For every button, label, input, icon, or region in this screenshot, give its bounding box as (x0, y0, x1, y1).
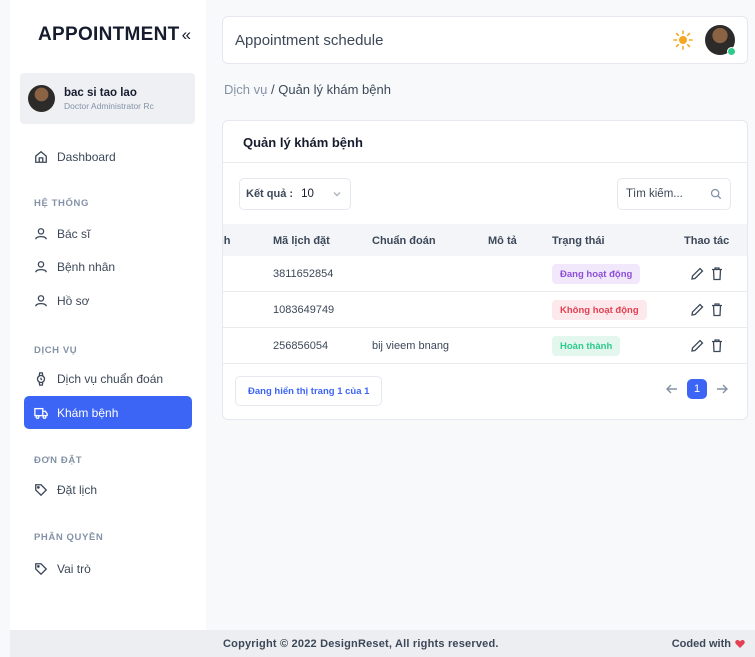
booking-code-cell: 1083649749 (273, 304, 335, 316)
user-icon (35, 260, 47, 272)
sidebar-item-label: Dashboard (57, 149, 116, 164)
breadcrumb-parent[interactable]: Dịch vụ (224, 82, 267, 97)
examination-card: Quản lý khám bệnh Kết quả : 10 nh Mã lịc… (222, 120, 748, 420)
sidebar-item-booking[interactable]: Đặt lịch (24, 473, 192, 506)
status-badge: Không hoạt động (552, 300, 647, 320)
sidebar-item-diagnosis-service[interactable]: Dịch vụ chuẩn đoán (24, 362, 192, 395)
delete-icon[interactable] (710, 266, 724, 281)
heart-icon (735, 640, 745, 648)
arrow-left-icon[interactable] (665, 382, 679, 396)
column-header-partial: nh (223, 235, 231, 247)
sidebar-item-label: Khám bệnh (57, 405, 119, 420)
sidebar-item-examination[interactable]: Khám bệnh (24, 396, 192, 429)
user-icon (35, 294, 47, 306)
column-header-actions: Thao tác (684, 235, 730, 247)
page-info: Đang hiển thị trang 1 của 1 (235, 376, 383, 406)
sidebar-item-roles[interactable]: Vai trò (24, 552, 192, 585)
table-row: 1083649749 Không hoạt động (223, 292, 747, 328)
sidebar-item-records[interactable]: Hồ sơ (24, 284, 192, 317)
sidebar-item-label: Hồ sơ (57, 293, 90, 308)
sidebar-item-patients[interactable]: Bệnh nhân (24, 250, 192, 283)
breadcrumb-current: Quản lý khám bệnh (278, 82, 391, 97)
tag-icon (35, 562, 48, 575)
footer: Copyright © 2022 DesignReset, All rights… (10, 630, 755, 657)
home-icon (35, 150, 47, 163)
column-header-booking-code[interactable]: Mã lịch đặt (273, 235, 330, 247)
column-header-status[interactable]: Trạng thái (552, 235, 605, 247)
search-icon[interactable] (710, 188, 722, 200)
edit-icon[interactable] (690, 302, 704, 317)
coded-with-text: Coded with (671, 638, 731, 650)
section-label-permissions: PHÂN QUYỀN (34, 532, 104, 543)
section-label-orders: ĐƠN ĐẶT (34, 455, 83, 466)
delete-icon[interactable] (710, 338, 724, 353)
results-value: 10 (301, 188, 314, 200)
sidebar-item-label: Bác sĩ (57, 226, 91, 241)
arrow-right-icon[interactable] (715, 382, 729, 396)
diagnosis-cell: bij vieem bnang (372, 340, 450, 352)
pagination: 1 (665, 379, 729, 399)
divider (223, 162, 747, 163)
brand-logo[interactable]: APPOINTMENT « (38, 24, 191, 46)
search-input[interactable] (235, 31, 673, 49)
delete-icon[interactable] (710, 302, 724, 317)
profile-name: bac si tao lao (64, 86, 137, 99)
brand-title: APPOINTMENT (38, 24, 180, 45)
sidebar-item-dashboard[interactable]: Dashboard (24, 140, 192, 173)
table-row: 256856054 bij vieem bnang Hoàn thành (223, 328, 747, 364)
column-header-description[interactable]: Mô tả (488, 235, 517, 247)
collapse-sidebar-icon[interactable]: « (182, 25, 192, 45)
truck-icon (34, 407, 48, 419)
column-header-diagnosis[interactable]: Chuẩn đoán (372, 235, 436, 247)
edit-icon[interactable] (690, 338, 704, 353)
sun-icon[interactable] (673, 30, 693, 50)
sidebar-item-label: Đặt lịch (57, 482, 98, 497)
table-search-input[interactable] (626, 188, 706, 200)
table-header: nh Mã lịch đặt Chuẩn đoán Mô tả Trạng th… (223, 224, 747, 256)
status-badge: Đang hoạt động (552, 264, 641, 284)
page-number-button[interactable]: 1 (687, 379, 707, 399)
table-search (617, 178, 731, 210)
edit-icon[interactable] (690, 266, 704, 281)
results-per-page-select[interactable]: Kết quả : 10 (239, 178, 351, 210)
table-row: 3811652854 Đang hoạt động (223, 256, 747, 292)
sidebar-item-label: Dịch vụ chuẩn đoán (57, 371, 164, 386)
breadcrumb-separator: / (270, 82, 275, 97)
section-label-services: DỊCH VỤ (34, 345, 78, 356)
booking-code-cell: 256856054 (273, 340, 329, 352)
copyright-text: Copyright © 2022 DesignReset, All rights… (223, 638, 499, 650)
results-label: Kết quả : (246, 188, 294, 200)
profile-role: Doctor Administrator Rc (64, 100, 154, 111)
user-menu[interactable] (705, 25, 736, 56)
avatar (28, 85, 55, 112)
breadcrumb: Dịch vụ / Quản lý khám bệnh (224, 82, 391, 97)
status-badge: Hoàn thành (552, 336, 621, 356)
chevron-down-icon (333, 192, 341, 197)
tag-icon (35, 483, 48, 496)
card-title: Quản lý khám bệnh (243, 135, 363, 150)
sidebar-item-doctors[interactable]: Bác sĩ (24, 217, 192, 250)
sidebar-item-label: Vai trò (57, 561, 91, 576)
watch-icon (36, 371, 46, 386)
sidebar-item-label: Bệnh nhân (57, 259, 116, 274)
top-bar (222, 16, 748, 64)
user-profile-card[interactable]: bac si tao lao Doctor Administrator Rc (20, 73, 195, 124)
section-label-system: HỆ THỐNG (34, 198, 89, 209)
sidebar: APPOINTMENT « bac si tao lao Doctor Admi… (10, 0, 206, 630)
online-status-dot (727, 47, 736, 56)
coded-with: Coded with (672, 638, 745, 650)
booking-code-cell: 3811652854 (273, 268, 334, 280)
user-icon (35, 227, 47, 239)
